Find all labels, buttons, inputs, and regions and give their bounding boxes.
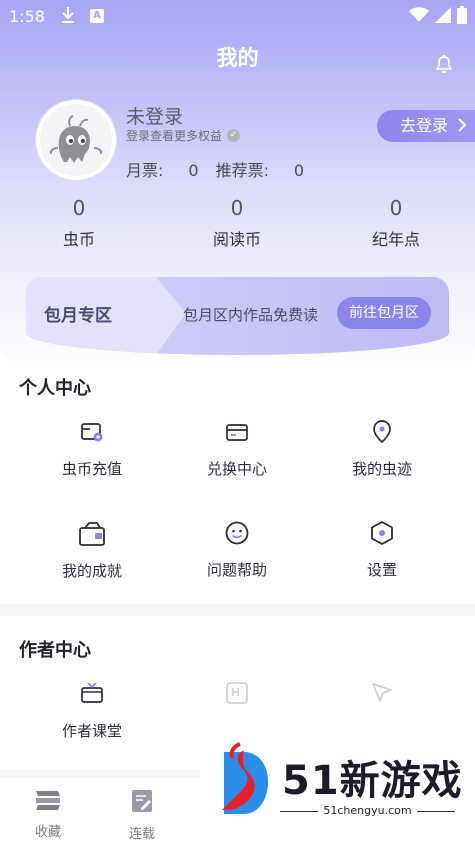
page-title: 我的 [216,46,259,70]
stat-value: 0 [389,196,403,220]
app-notification-icon: A [90,9,104,23]
signal-icon [435,7,451,23]
recommend-ticket-value: 0 [293,161,305,180]
stat-label: 纪年点 [371,230,420,249]
personal-center-title: 个人中心 [19,378,91,399]
grid-item-recharge[interactable]: 虫币充值 [17,420,167,479]
monthly-ticket-value: 0 [188,161,199,180]
grid-label: 我的虫迹 [351,460,412,478]
achievement-box-icon [79,522,105,546]
grid-label: 虫币充值 [61,460,122,478]
card-icon [226,424,248,441]
grid-item-author-placeholder[interactable] [162,680,312,706]
monthly-zone-title: 包月专区 [44,306,112,326]
stat-value: 0 [230,196,244,220]
monthly-zone-banner[interactable]: 包月专区 包月区内作品免费读 前往包月区 [26,277,449,355]
stat-coins[interactable]: 0 虫币 [19,196,139,250]
watermark-logo-icon [222,742,268,814]
login-button-label: 去登录 [400,116,449,135]
tab-label: 连载 [128,827,155,842]
stats-row: 0 虫币 0 阅读币 0 纪年点 [0,196,475,256]
battery-icon [457,6,467,24]
grid-item-settings[interactable]: 设置 [307,520,457,580]
edit-doc-icon [132,790,152,812]
grid-label: 问题帮助 [206,561,267,579]
login-hint-text: 登录查看更多权益 [126,129,223,143]
bell-icon[interactable] [432,52,456,80]
stat-label: 阅读币 [212,230,261,249]
tv-icon [81,682,103,703]
cursor-arrow-icon [372,683,392,702]
smiley-icon [225,521,249,545]
stat-reading-coins[interactable]: 0 阅读币 [177,196,297,250]
grid-label: 作者课堂 [61,722,122,740]
grid-item-author-placeholder-2[interactable] [307,680,457,706]
username: 未登录 [126,106,184,128]
location-pin-icon [373,420,391,444]
grid-label: 我的成就 [61,562,122,580]
recommend-ticket-label: 推荐票: [215,161,269,180]
handbook-icon [226,682,248,704]
login-button[interactable]: 去登录 [377,110,475,142]
grid-item-achievements[interactable]: 我的成就 [17,520,167,581]
login-hint: 登录查看更多权益 ✓ [126,127,241,144]
chevron-right-icon [458,118,467,132]
monthly-ticket-label: 月票: [126,161,164,180]
check-icon: ✓ [227,129,241,142]
wifi-icon [409,7,429,22]
wallet-plus-icon [81,423,103,442]
grid-item-author-class[interactable]: 作者课堂 [17,680,167,741]
bottom-tabbar: 收藏 连载 [0,778,200,844]
settings-hexagon-icon [371,521,393,545]
grid-item-footprints[interactable]: 我的虫迹 [307,420,457,479]
watermark-line-right [417,811,455,812]
grid-label: 设置 [366,561,397,579]
watermark: 51新游戏 51chengyu.com [212,742,475,822]
tab-label: 收藏 [34,825,61,840]
stat-value: 0 [72,196,86,220]
status-bar: 1:58 A [0,0,475,32]
grid-item-exchange[interactable]: 兑换中心 [162,420,312,479]
author-center-title: 作者中心 [19,640,91,661]
monthly-zone-description: 包月区内作品免费读 [183,306,319,324]
status-time: 1:58 [9,7,45,26]
monthly-zone-button[interactable]: 前往包月区 [337,297,431,329]
grid-label: 兑换中心 [206,460,267,478]
tickets-row: 月票: 0 推荐票: 0 [126,157,304,181]
tabbar-divider [0,770,200,778]
avatar[interactable] [36,100,116,180]
section-divider [0,604,475,616]
stat-era-points[interactable]: 0 纪年点 [336,196,456,250]
stat-label: 虫币 [62,230,95,249]
bookshelf-icon [36,791,60,810]
download-icon [60,6,76,28]
watermark-text: 51新游戏 [282,758,463,804]
status-indicators [409,6,467,24]
tab-favorites[interactable]: 收藏 [8,788,88,840]
tab-serial[interactable]: 连载 [102,788,182,842]
grid-item-help[interactable]: 问题帮助 [162,520,312,580]
